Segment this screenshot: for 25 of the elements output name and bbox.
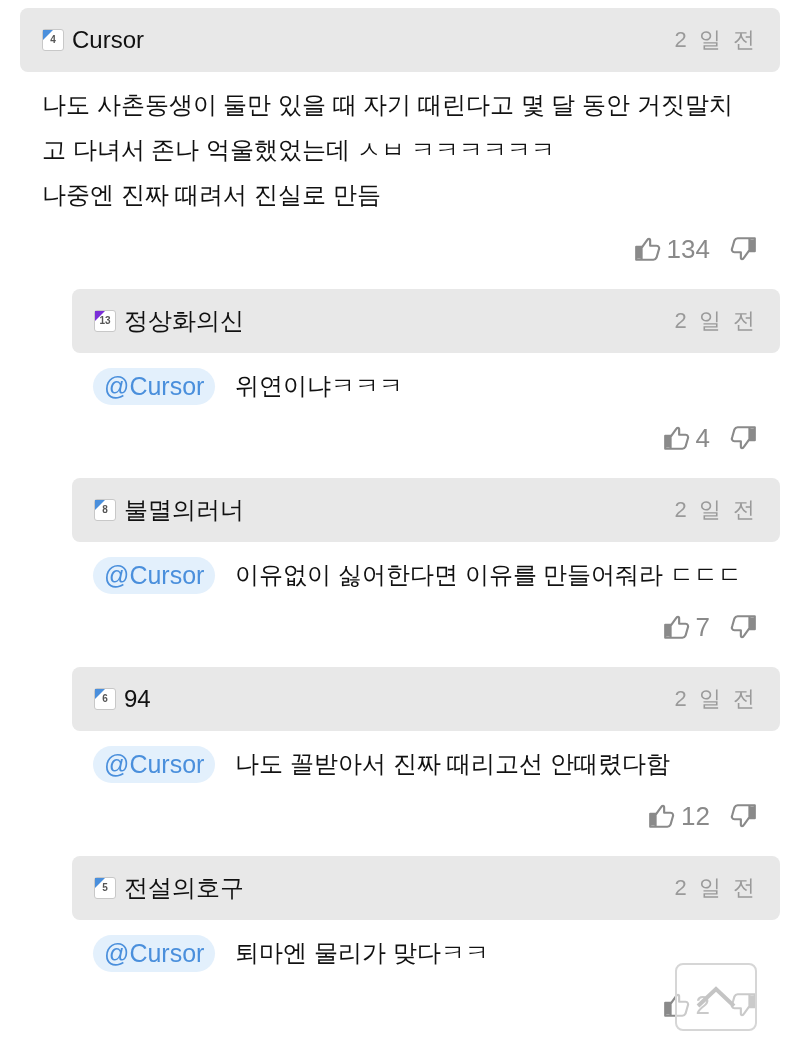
reply-text: 나도 꼴받아서 진짜 때리고선 안때렸다함: [235, 749, 671, 779]
reply-text: 이유없이 싫어한다면 이유를 만들어줘라 ㄷㄷㄷ: [235, 560, 743, 590]
timestamp: 2 일 전: [674, 874, 758, 902]
scroll-top-button[interactable]: [675, 963, 757, 1031]
author-name[interactable]: Cursor: [72, 26, 144, 54]
timestamp: 2 일 전: [674, 26, 758, 54]
timestamp: 2 일 전: [674, 496, 758, 524]
reply-text: 위연이냐ㅋㅋㅋ: [235, 371, 404, 401]
author-name[interactable]: 94: [124, 685, 151, 713]
timestamp: 2 일 전: [674, 307, 758, 335]
like-count: 134: [666, 233, 710, 265]
like-count: 7: [695, 611, 710, 643]
author-name[interactable]: 전설의호구: [124, 872, 244, 904]
level-number: 5: [102, 883, 108, 893]
author-name[interactable]: 정상화의신: [124, 305, 244, 337]
timestamp: 2 일 전: [674, 685, 758, 713]
like-count: 12: [681, 800, 710, 832]
level-number: 8: [102, 505, 108, 515]
level-number: 4: [50, 35, 56, 45]
comment-text: 나도 사촌동생이 둘만 있을 때 자기 때린다고 몇 달 동안 거짓말치 고 다녀서 존나 억울했었는데 ㅅㅂ ㅋㅋㅋㅋㅋㅋ 나중엔 진짜 때려서 진실로 만듬: [42, 90, 734, 210]
reply-text: 퇴마엔 물리가 맞다ㅋㅋ: [235, 938, 489, 968]
like-count: 4: [695, 422, 710, 454]
level-number: 6: [102, 694, 108, 704]
author-name[interactable]: 불멸의러너: [124, 494, 244, 526]
level-number: 13: [99, 316, 111, 326]
